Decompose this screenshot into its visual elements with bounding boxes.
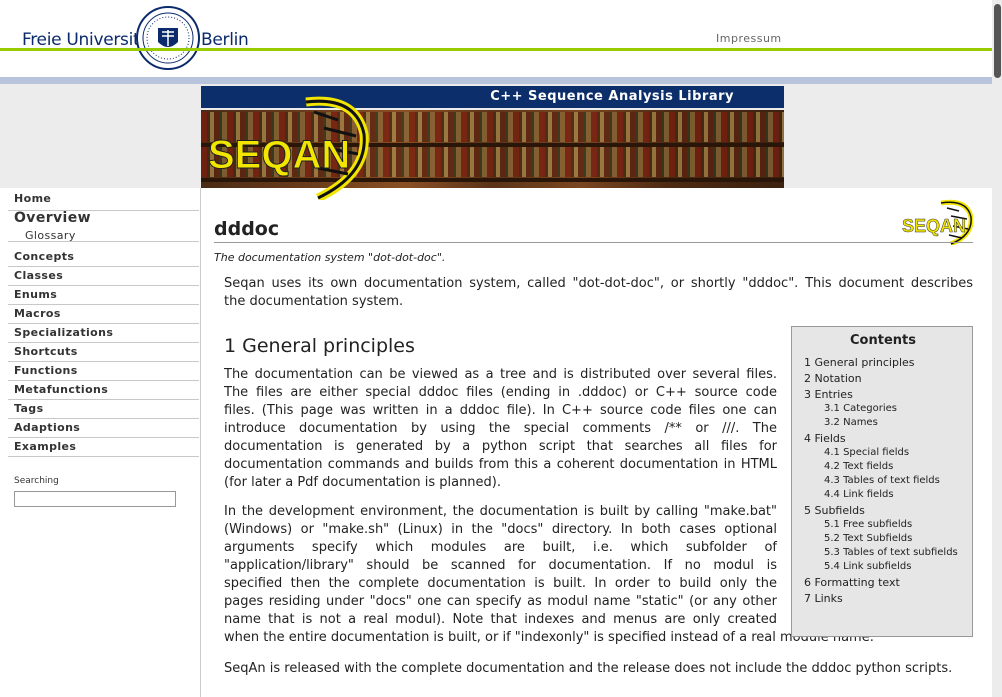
sidebar-item-label: Adaptions (14, 421, 81, 434)
toc-sublink[interactable]: 5.4 Link subfields (824, 561, 911, 572)
banner-title: C++ Sequence Analysis Library (490, 89, 734, 104)
sidebar-nav: Home Overview Glossary Concepts Classes … (0, 188, 201, 697)
toc-sublink[interactable]: 5.1 Free subfields (824, 519, 912, 530)
sidebar-item-examples[interactable]: Examples (8, 438, 199, 457)
main-content: dddoc SEQAN The documentation system "do… (201, 188, 992, 697)
paragraph-development-environment: In the development environment, the docu… (224, 504, 874, 645)
seqan-small-logo-icon: SEQAN (902, 199, 973, 245)
toc-sublink[interactable]: 3.2 Names (824, 417, 878, 428)
sidebar-item-functions[interactable]: Functions (8, 362, 199, 381)
toc-link[interactable]: 6 Formatting text (804, 576, 900, 589)
intro-paragraph: Seqan uses its own documentation system,… (224, 276, 973, 309)
toc-link[interactable]: 3 Entries (804, 388, 853, 401)
seqan-logo-text: SEQAN (208, 133, 350, 177)
page-scrollbar[interactable] (992, 0, 1002, 697)
toc-link[interactable]: 5 Subfields (804, 504, 865, 517)
sidebar-item-label: Specializations (14, 326, 114, 339)
table-of-contents: Contents 1 General principles 2 Notation… (791, 326, 973, 637)
toc-sublink[interactable]: 4.3 Tables of text fields (824, 475, 940, 486)
sidebar-item-label: Examples (14, 440, 77, 453)
sidebar-item-label: Concepts (14, 250, 75, 263)
sidebar-item-label: Tags (14, 402, 44, 415)
sidebar-item-home[interactable]: Home (8, 188, 199, 211)
sidebar-item-overview[interactable]: Overview Glossary (8, 210, 199, 242)
sidebar-item-label: Macros (14, 307, 61, 320)
sidebar-item-concepts[interactable]: Concepts (8, 248, 199, 267)
search-input[interactable] (14, 491, 176, 507)
toc-link[interactable]: 2 Notation (804, 372, 862, 385)
page-subtitle: The documentation system "dot-dot-doc". (214, 251, 446, 264)
sidebar-item-metafunctions[interactable]: Metafunctions (8, 381, 199, 400)
sidebar-item-label: Enums (14, 288, 58, 301)
title-divider (214, 242, 973, 243)
fu-wordmark-right: Berlin (201, 30, 249, 50)
sidebar-item-classes[interactable]: Classes (8, 267, 199, 286)
paragraph-general-principles: The documentation can be viewed as a tre… (224, 367, 777, 490)
section-heading-general-principles: 1 General principles (224, 335, 415, 357)
sidebar-item-shortcuts[interactable]: Shortcuts (8, 343, 199, 362)
seqan-logo-icon[interactable]: SEQAN (206, 94, 376, 200)
search-label: Searching (14, 476, 59, 486)
toc-sublink[interactable]: 4.2 Text fields (824, 461, 893, 472)
toc-sublink[interactable]: 5.3 Tables of text subfields (824, 547, 958, 558)
toc-sublink[interactable]: 5.2 Text Subfields (824, 533, 912, 544)
svg-text:SEQAN: SEQAN (902, 216, 966, 236)
sidebar-item-macros[interactable]: Macros (8, 305, 199, 324)
sidebar-item-enums[interactable]: Enums (8, 286, 199, 305)
site-header: Freie Universität Berlin Impressum (0, 0, 992, 84)
toc-sublink[interactable]: 4.1 Special fields (824, 447, 909, 458)
toc-title: Contents (850, 333, 916, 348)
toc-link[interactable]: 7 Links (804, 592, 843, 605)
toc-sublink[interactable]: 4.4 Link fields (824, 489, 894, 500)
sidebar-item-label: Classes (14, 269, 64, 282)
header-blue-band (0, 77, 992, 84)
sidebar-item-label: Home (14, 192, 52, 205)
sidebar-item-adaptions[interactable]: Adaptions (8, 419, 199, 438)
sidebar-item-tags[interactable]: Tags (8, 400, 199, 419)
toc-sublink[interactable]: 3.1 Categories (824, 403, 897, 414)
sidebar-item-label: Functions (14, 364, 78, 377)
sidebar-subitem-glossary[interactable]: Glossary (25, 229, 76, 242)
toc-link[interactable]: 4 Fields (804, 432, 846, 445)
fu-seal-icon[interactable] (136, 6, 200, 70)
sidebar-item-label: Metafunctions (14, 383, 109, 396)
paragraph-release-note: SeqAn is released with the complete docu… (224, 661, 953, 676)
page-title: dddoc (214, 218, 280, 240)
impressum-link[interactable]: Impressum (716, 32, 782, 45)
header-green-divider (0, 48, 992, 51)
scrollbar-thumb[interactable] (994, 4, 1001, 78)
sidebar-item-specializations[interactable]: Specializations (8, 324, 199, 343)
sidebar-item-label: Shortcuts (14, 345, 78, 358)
toc-link[interactable]: 1 General principles (804, 356, 915, 369)
sidebar-item-label: Overview (14, 210, 91, 226)
